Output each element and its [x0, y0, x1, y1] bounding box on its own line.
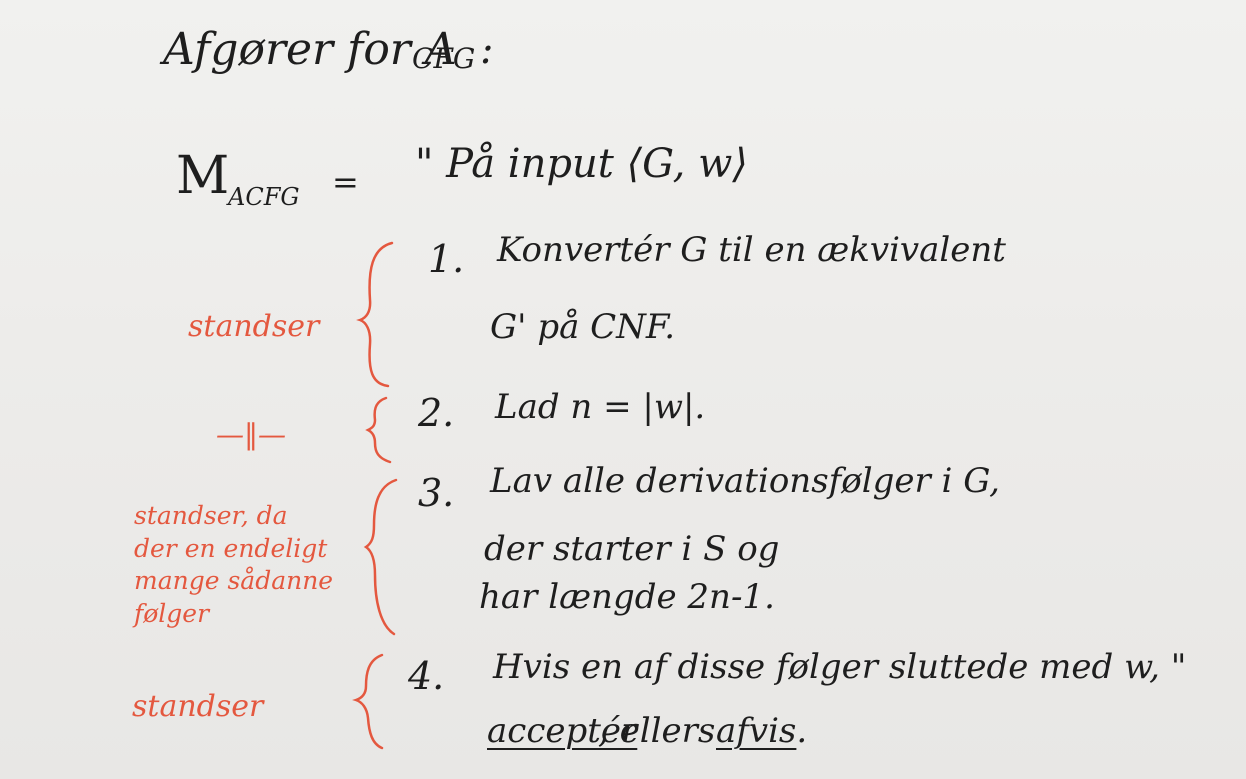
annotation-step-3-line-3: mange sådanne — [134, 566, 334, 595]
title-colon: : — [480, 27, 494, 73]
step-3-line-2: der starter i S og — [484, 529, 780, 569]
brace-step1 — [356, 241, 394, 388]
machine-subscript: ACFG — [228, 183, 300, 211]
step-1-line-2: G' på CNF. — [490, 307, 676, 347]
step-4-number: 4. — [408, 654, 445, 698]
brace-step4 — [352, 653, 384, 750]
annotation-step-3-line-4: følger — [134, 598, 210, 628]
step-4-line-1: Hvis en af disse følger sluttede med w, … — [493, 647, 1187, 687]
step-2-number: 2. — [418, 391, 455, 435]
title-subscript-fg: CFG — [412, 45, 475, 73]
annotation-step-3-line-1: standser, da — [134, 501, 288, 530]
machine-symbol: M — [176, 146, 230, 206]
step-4-end-punct: . — [796, 711, 808, 751]
annotation-step-4: standser — [132, 689, 264, 724]
step-3-line-3: har længde 2n-1. — [479, 577, 775, 617]
step-4-else-word: , ellers — [598, 711, 716, 751]
step-2-line-1: Lad n = |w|. — [495, 387, 706, 427]
whiteboard: Afgører for A C CFG : M ACFG = " På inpu… — [0, 0, 1246, 779]
machine-input-line: " På input ⟨G, w⟩ — [415, 141, 748, 187]
annotation-step-3-line-2: der en endeligt — [134, 533, 328, 563]
step-3-line-1: Lav alle derivationsfølger i G, — [490, 461, 1000, 501]
title-sub-c: C — [412, 42, 434, 75]
step-4-reject-group: afvis. — [716, 714, 807, 748]
annotation-step-2: —‖— — [216, 418, 286, 451]
machine-equals: = — [332, 163, 359, 201]
step-3-number: 3. — [418, 471, 455, 515]
brace-step3 — [363, 478, 398, 636]
annotation-step-1: standser — [188, 309, 320, 344]
step-4-reject-word: afvis — [716, 711, 797, 751]
step-1-number: 1. — [428, 237, 465, 281]
brace-step2 — [365, 396, 392, 464]
title-sub-fg: FG — [433, 42, 476, 75]
step-1-line-1: Konvertér G til en ækvivalent — [497, 230, 1006, 270]
annotation-step-3: standser, da der en endeligt mange sådan… — [134, 500, 333, 630]
